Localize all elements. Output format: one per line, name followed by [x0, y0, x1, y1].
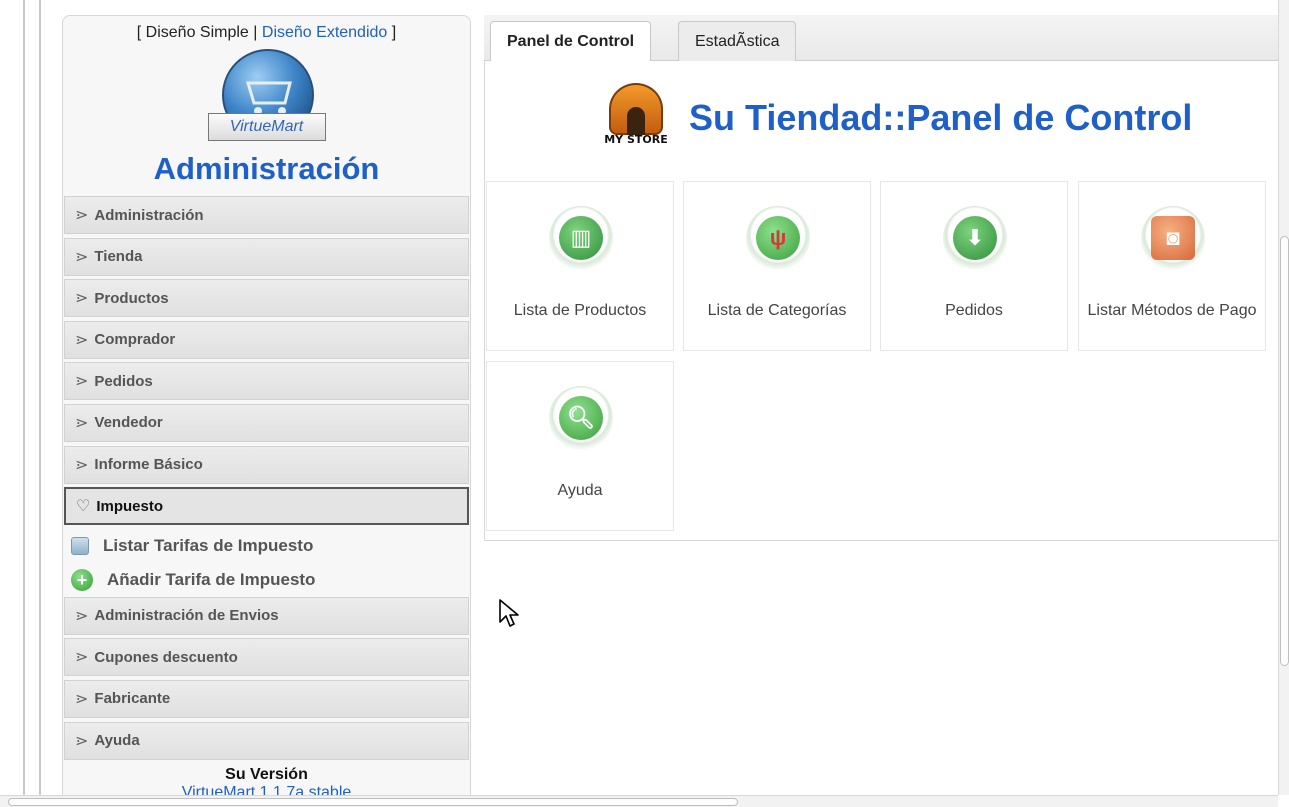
- tile-label: Lista de Productos: [513, 302, 647, 319]
- sub-item-label: Listar Tarifas de Impuesto: [103, 535, 314, 555]
- sidebar-item-pedidos[interactable]: ⋗ Pedidos: [64, 362, 469, 401]
- chevron-right-icon: ⋗: [75, 690, 89, 708]
- layout-bracket-close: ]: [391, 24, 397, 41]
- categories-icon: ψ: [746, 206, 810, 270]
- sub-item-label: Añadir Tarifa de Impuesto: [107, 569, 316, 589]
- panel-header: MY STORE Su Tiendad::Panel de Control: [601, 83, 1192, 153]
- chevron-right-icon: ⋗: [75, 331, 89, 349]
- tile-label: Pedidos: [945, 302, 1003, 319]
- sidebar-item-label: Administración de Envios: [94, 607, 279, 625]
- chevron-right-icon: ⋗: [75, 456, 89, 474]
- products-icon: ▥: [549, 206, 613, 270]
- sidebar-item-label: Vendedor: [94, 414, 163, 432]
- sidebar-item-label: Comprador: [94, 331, 176, 349]
- chevron-down-icon: ♡: [76, 498, 91, 516]
- left-border-rule: [23, 0, 25, 800]
- sidebar-item-label: Fabricante: [94, 690, 171, 708]
- sidebar-item-label: Administración: [94, 206, 204, 224]
- chevron-right-icon: ⋗: [75, 373, 89, 391]
- tile-ayuda[interactable]: 🔍︎ Ayuda: [486, 361, 674, 531]
- sidebar-menu: ⋗ Administración ⋗ Tienda ⋗ Productos ⋗ Comp…: [63, 196, 470, 800]
- sidebar-item-label: Tienda: [94, 248, 143, 266]
- payment-icon: ◙: [1141, 206, 1205, 270]
- sidebar-item-envios[interactable]: ⋗ Administración de Envios: [64, 596, 469, 635]
- virtuemart-logo: VirtueMart: [207, 49, 326, 153]
- add-icon: +: [71, 568, 93, 591]
- sidebar-item-cupones[interactable]: ⋗ Cupones descuento: [64, 638, 469, 677]
- chevron-right-icon: ⋗: [75, 248, 89, 266]
- chevron-right-icon: ⋗: [75, 607, 89, 625]
- control-panel: MY STORE Su Tiendad::Panel de Control ▥ …: [484, 61, 1279, 541]
- tab-bar: Panel de Control EstadÃstica: [484, 15, 1279, 62]
- chevron-right-icon: ⋗: [75, 414, 89, 432]
- version-label: Su Versión: [225, 765, 308, 783]
- sidebar-item-impuesto[interactable]: ♡ Impuesto: [64, 487, 469, 526]
- horizontal-scrollbar-thumb[interactable]: [8, 798, 738, 806]
- tile-label: Ayuda: [557, 482, 603, 499]
- horizontal-scrollbar[interactable]: [0, 795, 1278, 807]
- tab-estadistica[interactable]: EstadÃstica: [678, 21, 797, 61]
- list-icon: [71, 536, 89, 555]
- sidebar-item-productos[interactable]: ⋗ Productos: [64, 279, 469, 318]
- sidebar-item-comprador[interactable]: ⋗ Comprador: [64, 320, 469, 359]
- left-border-rule-2: [39, 0, 41, 800]
- sidebar-item-label: Productos: [94, 289, 169, 307]
- store-door-shape: [627, 107, 645, 135]
- tile-lista-categorias[interactable]: ψ Lista de Categorías: [683, 181, 871, 351]
- layout-switcher: [ Diseño Simple | Diseño Extendido ]: [63, 24, 470, 42]
- logo-ribbon: VirtueMart: [207, 113, 326, 141]
- tab-panel-de-control[interactable]: Panel de Control: [490, 21, 652, 62]
- sidebar-item-label: Informe Básico: [94, 456, 203, 474]
- orders-icon: ⬇: [943, 206, 1007, 270]
- sidebar-item-label: Impuesto: [96, 497, 164, 515]
- vertical-scrollbar-thumb[interactable]: [1280, 236, 1289, 666]
- chevron-right-icon: ⋗: [75, 649, 89, 667]
- help-icon: 🔍︎: [549, 386, 613, 450]
- page-title: Su Tiendad::Panel de Control: [689, 97, 1193, 138]
- sub-item-anadir-tarifa[interactable]: + Añadir Tarifa de Impuesto: [63, 563, 470, 597]
- chevron-right-icon: ⋗: [75, 732, 89, 750]
- layout-extended-link[interactable]: Diseño Extendido: [262, 24, 387, 41]
- tile-label: Listar Métodos de Pago: [1087, 302, 1257, 319]
- sidebar-item-administracion[interactable]: ⋗ Administración: [64, 196, 469, 234]
- sidebar-title: Administración: [153, 151, 380, 186]
- sidebar-item-label: Ayuda: [94, 732, 140, 750]
- admin-sidebar: [ Diseño Simple | Diseño Extendido ] Vir…: [62, 15, 471, 801]
- mouse-pointer-icon: [499, 599, 519, 627]
- sidebar-item-informe-basico[interactable]: ⋗ Informe Básico: [64, 445, 469, 484]
- tile-lista-productos[interactable]: ▥ Lista de Productos: [486, 181, 674, 351]
- tile-metodos-pago[interactable]: ◙ Listar Métodos de Pago: [1078, 181, 1266, 351]
- layout-simple-link[interactable]: Diseño Simple: [146, 24, 249, 41]
- layout-separator: |: [253, 24, 258, 41]
- sidebar-item-label: Cupones descuento: [94, 648, 238, 666]
- store-icon: MY STORE: [601, 83, 671, 153]
- sidebar-item-fabricante[interactable]: ⋗ Fabricante: [64, 679, 469, 718]
- sidebar-item-tienda[interactable]: ⋗ Tienda: [64, 237, 469, 276]
- sidebar-item-vendedor[interactable]: ⋗ Vendedor: [64, 403, 469, 442]
- chevron-right-icon: ⋗: [75, 290, 89, 308]
- tile-pedidos[interactable]: ⬇ Pedidos: [880, 181, 1068, 351]
- vertical-scrollbar[interactable]: [1278, 0, 1289, 795]
- tile-label: Lista de Categorías: [707, 302, 847, 319]
- sidebar-item-label: Pedidos: [94, 372, 153, 390]
- sidebar-item-ayuda[interactable]: ⋗ Ayuda: [64, 721, 469, 760]
- chevron-right-icon: ⋗: [75, 207, 89, 224]
- sub-item-listar-tarifas[interactable]: Listar Tarifas de Impuesto: [63, 529, 470, 563]
- store-label: MY STORE: [604, 133, 668, 146]
- layout-bracket-open: [: [136, 24, 142, 41]
